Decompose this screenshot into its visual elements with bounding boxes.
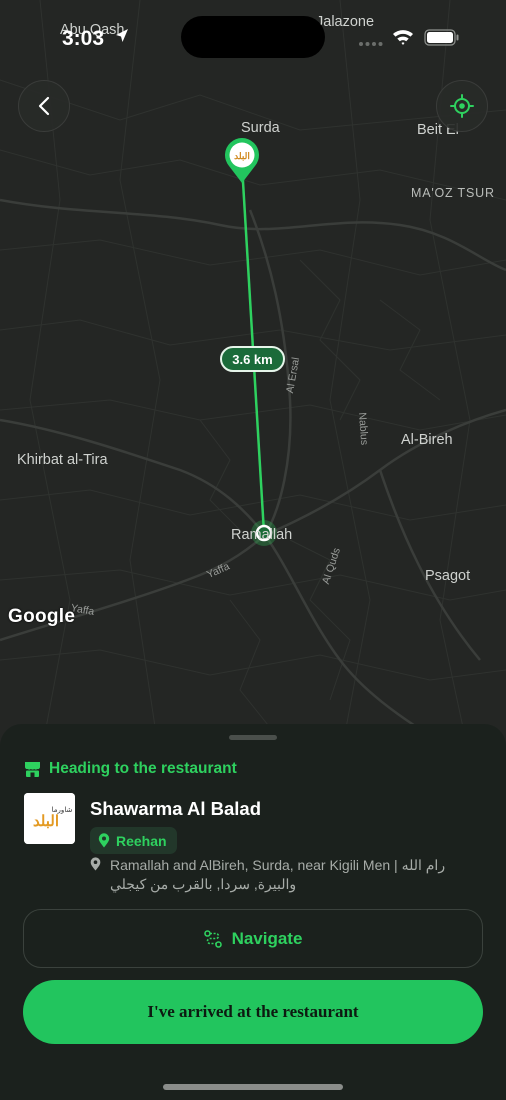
heading-text: Heading to the restaurant [49, 760, 237, 777]
recenter-button[interactable] [436, 80, 488, 132]
navigate-button[interactable]: Navigate [23, 909, 483, 968]
arrived-button[interactable]: I've arrived at the restaurant [23, 980, 483, 1044]
svg-text:البلد: البلد [234, 151, 250, 161]
map-label-surda: Surda [241, 120, 280, 136]
navigate-label: Navigate [231, 928, 303, 948]
distance-badge: 3.6 km [220, 346, 285, 372]
map-label-psagot: Psagot [425, 568, 471, 584]
location-pin-icon [90, 857, 101, 871]
restaurant-logo: شاورما البلد [24, 793, 75, 844]
map-label-al-bireh: Al-Bireh [401, 432, 453, 448]
map-pin-icon [98, 833, 110, 848]
status-bar: 3:03 [0, 0, 506, 60]
chevron-left-icon [38, 96, 50, 116]
google-attribution: Google [8, 606, 76, 627]
map-label-nablus: Nablus [356, 412, 371, 446]
area-chip-label: Reehan [116, 832, 167, 849]
wifi-icon [393, 30, 413, 45]
route-icon [203, 929, 222, 948]
back-button[interactable] [18, 80, 70, 132]
crosshair-icon [450, 94, 474, 118]
arrived-label: I've arrived at the restaurant [147, 1002, 359, 1021]
location-arrow-icon [116, 29, 128, 42]
map-label-maoz-tsur: MA'OZ TSUR [411, 186, 495, 200]
status-heading: Heading to the restaurant [24, 760, 237, 778]
map-view[interactable]: البلد Abu Qash Jalazone Surda Beit El MA… [0, 0, 506, 760]
store-icon [25, 761, 40, 777]
svg-text:البلد: البلد [33, 812, 59, 830]
battery-icon [424, 29, 459, 46]
order-bottom-sheet: Heading to the restaurant شاورما البلد S… [0, 724, 506, 1100]
map-label-khirbat: Khirbat al-Tira [17, 452, 108, 468]
drag-handle[interactable] [229, 735, 277, 740]
home-indicator [163, 1084, 343, 1090]
map-roads: البلد [0, 0, 506, 760]
area-chip: Reehan [90, 827, 177, 854]
map-label-ramallah: Ramallah [231, 527, 293, 543]
status-time: 3:03 [62, 27, 105, 50]
dynamic-island [181, 16, 325, 58]
cellular-signal-icon [359, 42, 383, 46]
restaurant-address: Ramallah and AlBireh, Surda, near Kigili… [110, 857, 446, 892]
restaurant-name: Shawarma Al Balad [90, 798, 262, 819]
